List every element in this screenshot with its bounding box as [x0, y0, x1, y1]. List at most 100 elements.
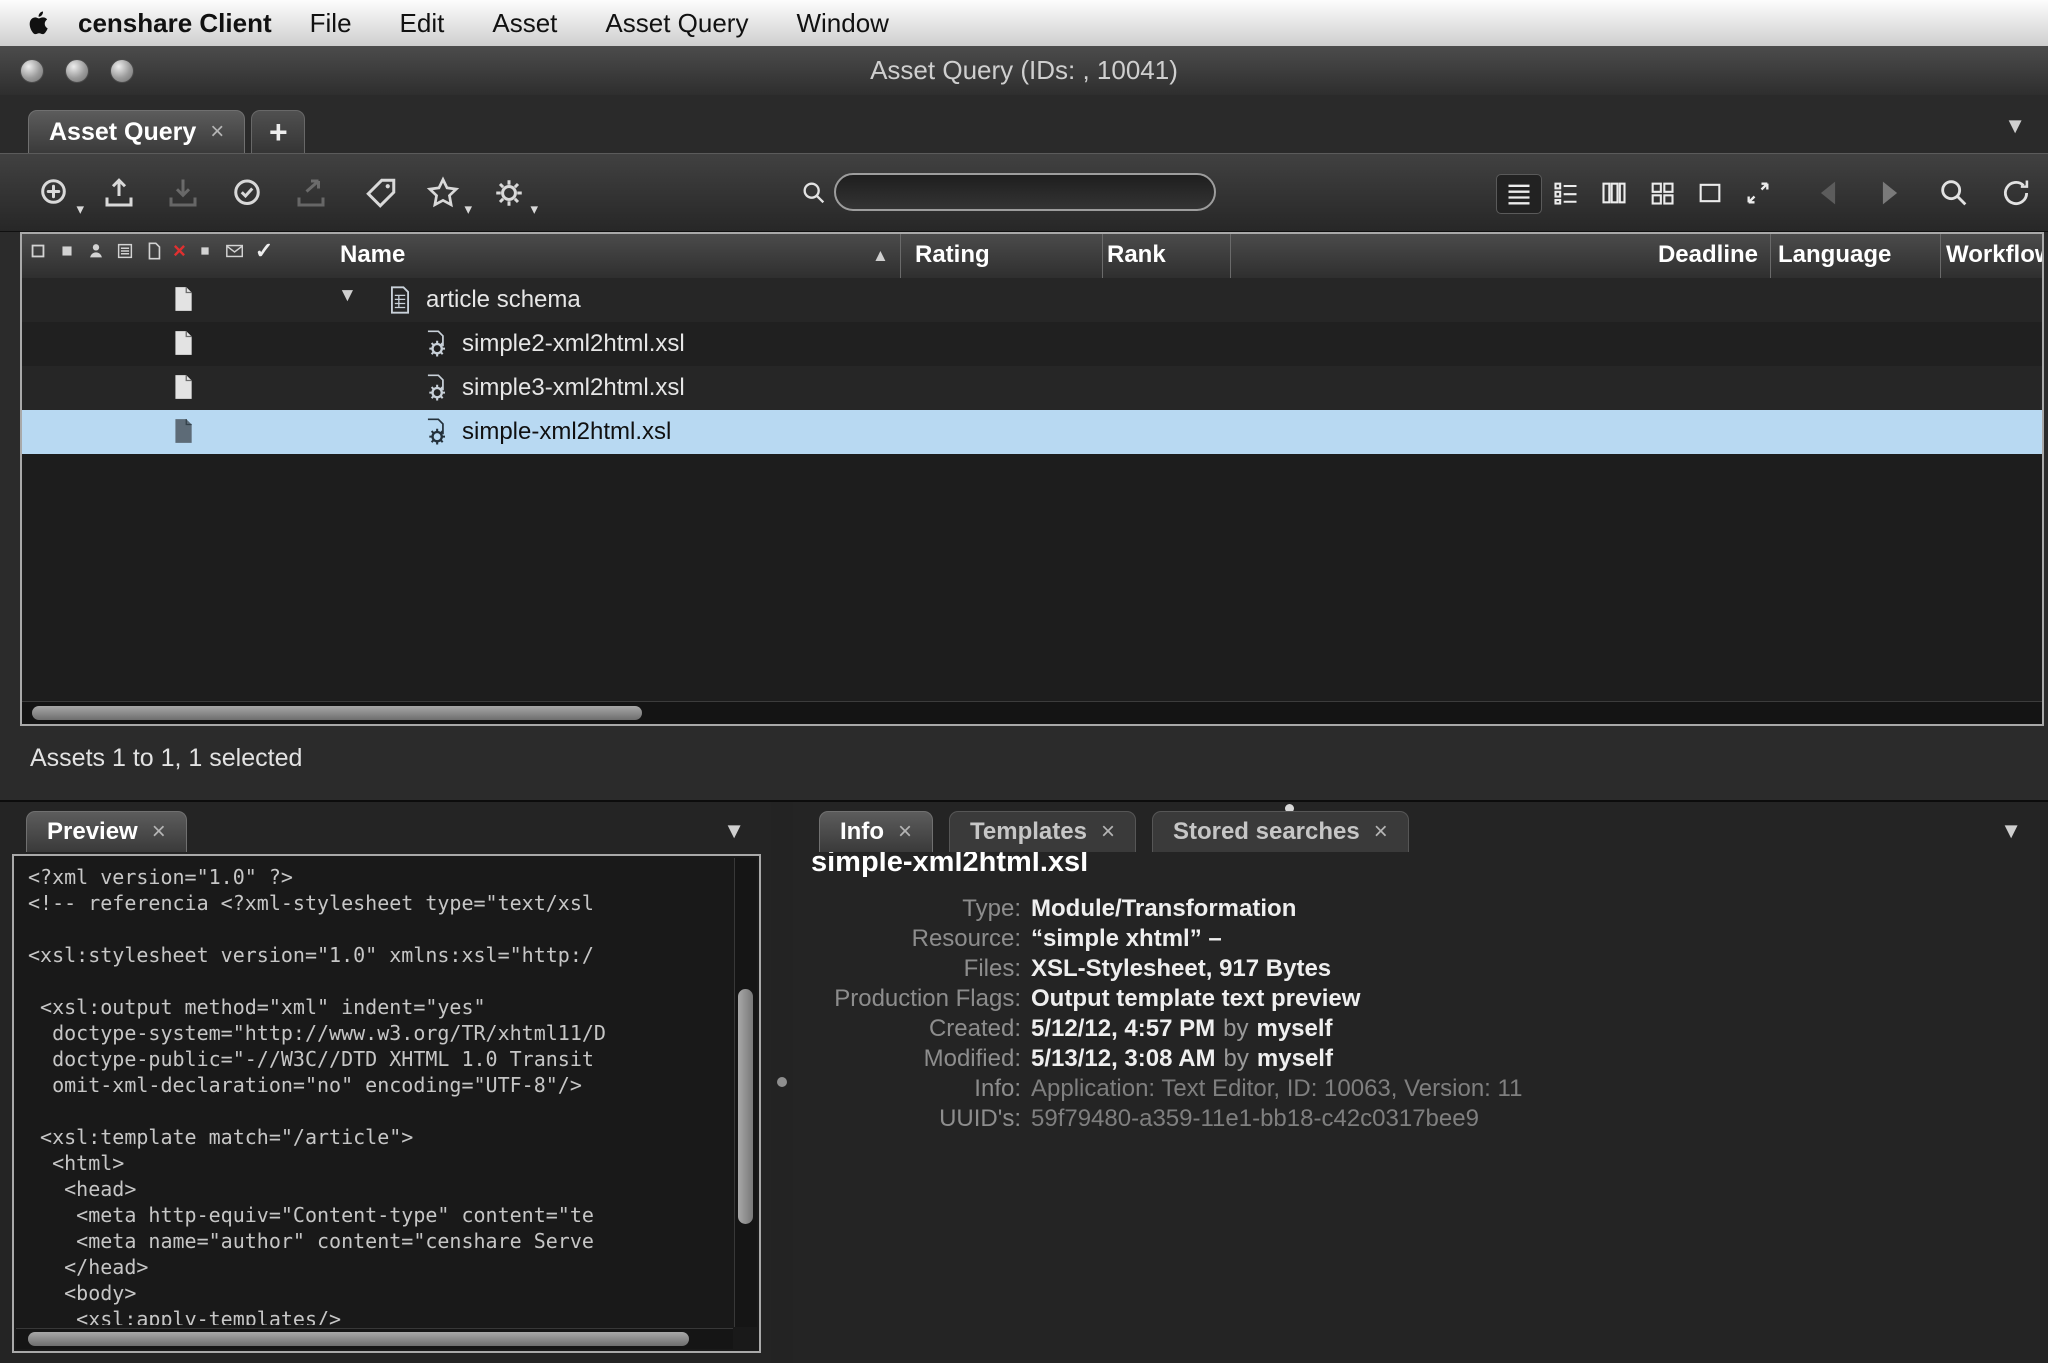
chevron-down-icon: ▾	[530, 200, 538, 218]
square-outline-icon[interactable]	[28, 241, 48, 261]
column-divider[interactable]	[1770, 234, 1771, 278]
close-icon[interactable]: ×	[1374, 818, 1388, 846]
list-view-button[interactable]	[1496, 174, 1542, 214]
code-line: <meta name="author" content="censhare Se…	[28, 1228, 729, 1254]
close-icon[interactable]: ×	[210, 118, 224, 146]
disclosure-triangle-icon[interactable]: ▼	[338, 285, 357, 307]
column-divider[interactable]	[1940, 234, 1941, 278]
settings-gear-button[interactable]: ▾	[480, 164, 538, 222]
list-icon[interactable]	[115, 241, 135, 261]
user-icon[interactable]	[86, 241, 106, 261]
code-line: <body>	[28, 1280, 729, 1306]
column-header-language[interactable]: Language	[1778, 241, 1891, 269]
zoom-window-button[interactable]	[110, 59, 134, 83]
detail-view-button[interactable]	[1544, 174, 1588, 212]
column-divider[interactable]	[1102, 234, 1103, 278]
chevron-down-icon[interactable]: ▼	[2004, 113, 2026, 139]
document-icon	[172, 286, 194, 312]
checkin-asset-button	[154, 164, 212, 222]
column-divider[interactable]	[900, 234, 901, 278]
asset-name: article schema	[426, 286, 581, 314]
column-header-workflow[interactable]: Workflow	[1946, 241, 2044, 269]
menu-item-window[interactable]: Window	[772, 8, 912, 39]
close-icon[interactable]: ×	[898, 818, 912, 846]
column-header-name[interactable]: Name	[340, 241, 405, 269]
column-view-button[interactable]	[1592, 174, 1636, 212]
close-icon[interactable]: ×	[152, 818, 166, 846]
delete-x-icon[interactable]: ×	[173, 241, 186, 261]
info-row-uuid: UUID's: 59f79480-a359-11e1-bb18-c42c0317…	[811, 1105, 2048, 1135]
minimize-window-button[interactable]	[65, 59, 89, 83]
close-window-button[interactable]	[20, 59, 44, 83]
close-icon[interactable]: ×	[1101, 818, 1115, 846]
code-line: doctype-public="-//W3C//DTD XHTML 1.0 Tr…	[28, 1046, 729, 1072]
tab-label: Stored searches	[1173, 818, 1360, 846]
code-line: <xsl:apply-templates/>	[28, 1306, 729, 1325]
square-filled-icon[interactable]	[57, 241, 77, 261]
thumbnail-view-button[interactable]	[1640, 174, 1684, 212]
panel-splitter[interactable]	[771, 802, 793, 1363]
info-tab-bar: Info × Templates × Stored searches × ▼	[793, 802, 2048, 852]
menu-item-file[interactable]: File	[286, 8, 376, 39]
info-row-files: Files: XSL-Stylesheet, 917 Bytes	[811, 955, 2048, 985]
single-view-button[interactable]	[1688, 174, 1732, 212]
table-row[interactable]: simple3-xml2html.xsl	[22, 366, 2042, 410]
sort-ascending-icon[interactable]: ▲	[872, 246, 889, 266]
preview-horizontal-scrollbar[interactable]	[16, 1328, 733, 1349]
square-small-icon[interactable]	[195, 241, 215, 261]
code-line: <!-- referencia <?xml-stylesheet type="t…	[28, 890, 729, 916]
info-row-type: Type: Module/Transformation	[811, 895, 2048, 925]
scrollbar-thumb[interactable]	[32, 706, 642, 720]
menu-item-asset-query[interactable]: Asset Query	[581, 8, 772, 39]
fullscreen-view-button[interactable]	[1736, 174, 1780, 212]
table-row[interactable]: simple2-xml2html.xsl	[22, 322, 2042, 366]
page-icon[interactable]	[144, 241, 164, 261]
preview-vertical-scrollbar[interactable]	[734, 858, 757, 1327]
new-asset-button[interactable]: ▾	[26, 164, 84, 222]
forward-button[interactable]	[1868, 172, 1912, 214]
column-header-deadline[interactable]: Deadline	[1582, 241, 1758, 269]
table-row-selected[interactable]: simple-xml2html.xsl	[22, 410, 2042, 454]
scrollbar-thumb[interactable]	[28, 1332, 689, 1346]
splitter-handle-icon[interactable]	[777, 1077, 787, 1087]
info-panel: Info × Templates × Stored searches × ▼ s…	[793, 802, 2048, 1363]
tab-info[interactable]: Info ×	[819, 811, 933, 852]
xsl-transformation-icon	[422, 373, 450, 403]
scrollbar-thumb[interactable]	[738, 989, 753, 1224]
menu-app-name[interactable]: censhare Client	[78, 8, 272, 39]
code-line	[28, 968, 729, 994]
column-header-rating[interactable]: Rating	[915, 241, 990, 269]
table-horizontal-scrollbar[interactable]	[22, 701, 2042, 724]
tab-templates[interactable]: Templates ×	[949, 811, 1136, 852]
tab-preview[interactable]: Preview ×	[26, 811, 187, 852]
apple-menu-icon[interactable]	[22, 8, 52, 38]
tab-label: Preview	[47, 818, 138, 846]
upload-asset-button[interactable]	[90, 164, 148, 222]
chevron-down-icon[interactable]: ▼	[2000, 818, 2022, 844]
checkout-asset-button[interactable]	[218, 164, 276, 222]
add-tab-button[interactable]: +	[251, 110, 305, 153]
chevron-down-icon[interactable]: ▼	[723, 818, 745, 844]
code-line: omit-xml-declaration="no" encoding="UTF-…	[28, 1072, 729, 1098]
bottom-panels: Preview × ▼ <?xml version="1.0" ?> <!-- …	[0, 800, 2048, 1363]
column-header-rank[interactable]: Rank	[1107, 241, 1166, 269]
tab-asset-query[interactable]: Asset Query ×	[28, 110, 245, 153]
refresh-button[interactable]	[1994, 172, 2038, 214]
code-line: <head>	[28, 1176, 729, 1202]
export-asset-button	[282, 164, 340, 222]
search-input[interactable]	[834, 173, 1216, 211]
envelope-icon[interactable]	[224, 241, 246, 261]
column-divider[interactable]	[1230, 234, 1231, 278]
checkmark-icon[interactable]: ✓	[255, 241, 273, 261]
favorite-star-button[interactable]: ▾	[414, 164, 472, 222]
table-row[interactable]: ▼ article schema	[22, 278, 2042, 322]
menu-item-asset[interactable]: Asset	[468, 8, 581, 39]
info-row-info: Info: Application: Text Editor, ID: 1006…	[811, 1075, 2048, 1105]
code-line: <xsl:stylesheet version="1.0" xmlns:xsl=…	[28, 942, 729, 968]
tag-button[interactable]	[352, 164, 410, 222]
zoom-search-button[interactable]	[1932, 172, 1976, 214]
menu-item-edit[interactable]: Edit	[376, 8, 469, 39]
tab-label: Templates	[970, 818, 1087, 846]
document-icon	[172, 330, 194, 356]
tab-stored-searches[interactable]: Stored searches ×	[1152, 811, 1409, 852]
